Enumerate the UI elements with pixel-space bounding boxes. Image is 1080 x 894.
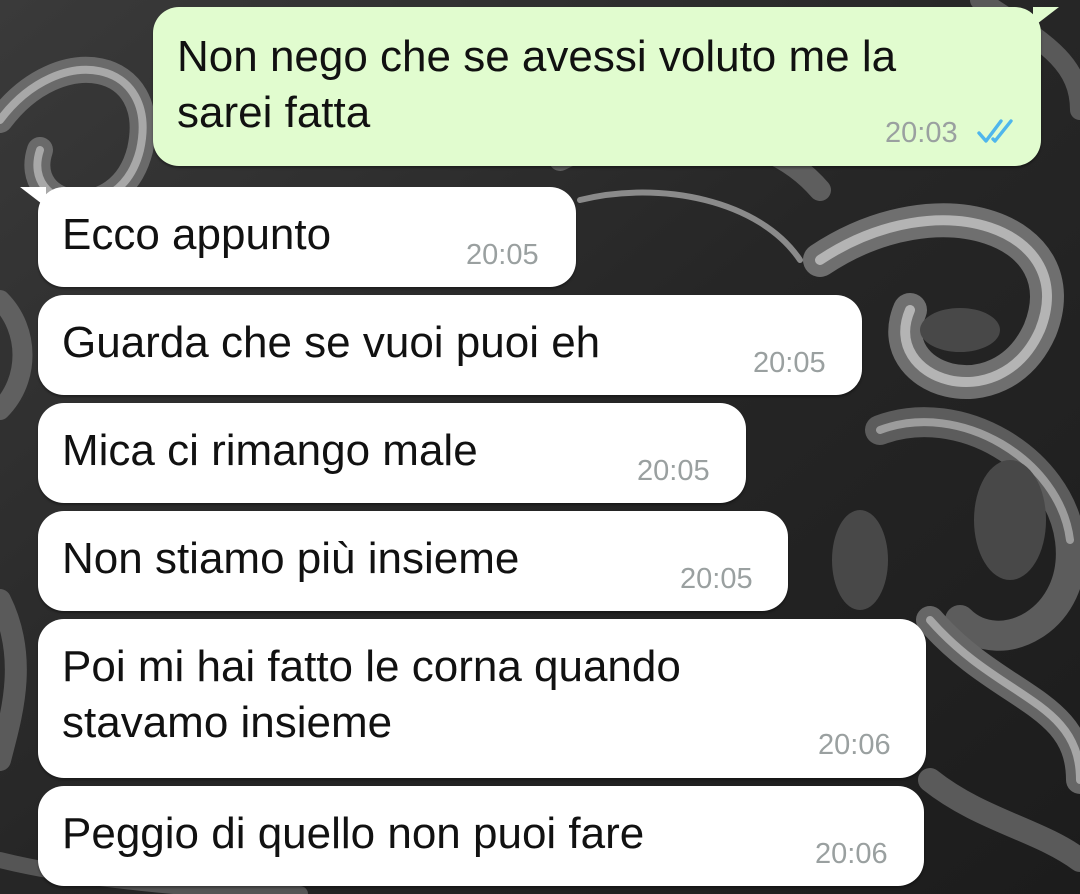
- message-list[interactable]: Non nego che se avessi voluto me la sare…: [0, 0, 1080, 894]
- message-time: 20:05: [637, 455, 710, 487]
- bubble-tail: [20, 187, 46, 207]
- message-time: 20:05: [753, 347, 826, 379]
- message-time: 20:05: [680, 563, 753, 595]
- message-time: 20:05: [466, 239, 539, 271]
- message-time: 20:06: [818, 729, 891, 761]
- message-text: Peggio di quello non puoi fare: [62, 809, 645, 858]
- message-text: Non nego che se avessi voluto me la sare…: [177, 32, 897, 137]
- message-text: Poi mi hai fatto le corna quando stavamo…: [62, 642, 681, 747]
- message-incoming[interactable]: Poi mi hai fatto le corna quando stavamo…: [38, 619, 926, 778]
- message-incoming[interactable]: Ecco appunto 20:05: [20, 187, 576, 287]
- message-incoming[interactable]: Non stiamo più insieme 20:05: [38, 511, 788, 611]
- message-time: 20:06: [815, 838, 888, 870]
- message-outgoing[interactable]: Non nego che se avessi voluto me la sare…: [153, 7, 1059, 166]
- message-incoming[interactable]: Peggio di quello non puoi fare 20:06: [38, 786, 924, 886]
- message-text: Guarda che se vuoi puoi eh: [62, 318, 601, 367]
- message-time: 20:03: [885, 117, 958, 149]
- message-text: Ecco appunto: [62, 210, 332, 259]
- message-text: Non stiamo più insieme: [62, 534, 520, 583]
- message-incoming[interactable]: Mica ci rimango male 20:05: [38, 403, 746, 503]
- bubble-tail: [1033, 7, 1059, 27]
- message-incoming[interactable]: Guarda che se vuoi puoi eh 20:05: [38, 295, 862, 395]
- double-check-read-icon: [977, 119, 1013, 143]
- message-text: Mica ci rimango male: [62, 426, 478, 475]
